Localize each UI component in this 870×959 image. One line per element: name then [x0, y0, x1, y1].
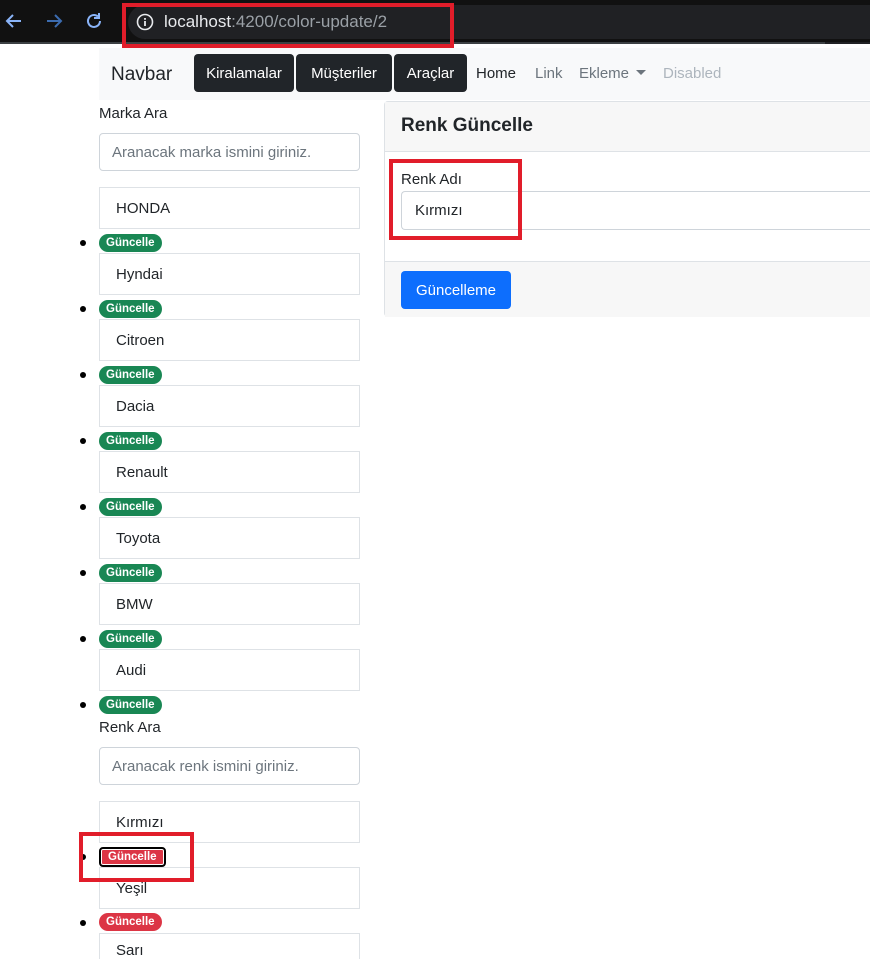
list-bullet — [80, 438, 86, 444]
card-header: Renk Güncelle — [385, 102, 870, 152]
browser-toolbar: localhost:4200/color-update/2 — [0, 0, 870, 44]
card-title: Renk Güncelle — [401, 115, 533, 136]
color-update-badge[interactable]: Güncelle — [99, 847, 166, 867]
toolbar-divider-end — [825, 42, 870, 44]
brand-search-label: Marka Ara — [99, 105, 168, 122]
list-bullet — [80, 306, 86, 312]
url-host: localhost — [164, 12, 232, 31]
list-bullet — [80, 504, 86, 510]
nav-link-home[interactable]: Home — [476, 65, 516, 82]
color-name-input[interactable] — [401, 191, 870, 230]
toolbar-divider — [0, 42, 825, 44]
nav-dropdown-ekleme[interactable]: Ekleme — [579, 65, 647, 82]
araclar-button[interactable]: Araçlar — [394, 54, 467, 92]
brand-update-badge[interactable]: Güncelle — [99, 432, 162, 450]
brand-update-badge[interactable]: Güncelle — [99, 300, 162, 318]
brand-update-badge[interactable]: Güncelle — [99, 498, 162, 516]
list-bullet — [80, 636, 86, 642]
brand-update-badge[interactable]: Güncelle — [99, 234, 162, 252]
update-submit-button[interactable]: Güncelleme — [401, 271, 511, 309]
caret-down-icon — [636, 70, 647, 75]
list-bullet — [80, 372, 86, 378]
musteriler-button[interactable]: Müşteriler — [296, 54, 392, 92]
brand-update-badge[interactable]: Güncelle — [99, 630, 162, 648]
info-icon[interactable] — [136, 13, 154, 31]
address-bar[interactable]: localhost:4200/color-update/2 — [128, 5, 870, 39]
brand-update-badge[interactable]: Güncelle — [99, 696, 162, 714]
color-list-item: Yeşil — [99, 867, 360, 909]
nav-dropdown-label: Ekleme — [579, 65, 630, 82]
color-list-item: Kırmızı — [99, 801, 360, 843]
color-search-label: Renk Ara — [99, 719, 161, 736]
brand-list-item: Toyota — [99, 517, 360, 559]
list-bullet — [80, 702, 86, 708]
brand-list-item: Renault — [99, 451, 360, 493]
brand-list-item: Citroen — [99, 319, 360, 361]
list-bullet — [80, 920, 86, 926]
list-bullet — [80, 570, 86, 576]
reload-icon[interactable] — [82, 9, 106, 33]
brand-search-input[interactable] — [99, 133, 360, 171]
nav-link-link[interactable]: Link — [535, 65, 563, 82]
brand-list-item: BMW — [99, 583, 360, 625]
brand-list-item: HONDA — [99, 187, 360, 229]
list-bullet — [80, 240, 86, 246]
brand-list-item: Hyndai — [99, 253, 360, 295]
forward-arrow-icon[interactable] — [42, 9, 66, 33]
brand-list-item: Audi — [99, 649, 360, 691]
brand-update-badge[interactable]: Güncelle — [99, 366, 162, 384]
color-name-label: Renk Adı — [401, 171, 462, 188]
navbar-brand[interactable]: Navbar — [111, 64, 172, 86]
brand-update-badge[interactable]: Güncelle — [99, 564, 162, 582]
url-text: localhost:4200/color-update/2 — [164, 12, 387, 32]
back-arrow-icon[interactable] — [2, 9, 26, 33]
color-update-card: Renk Güncelle Renk Adı Güncelleme — [384, 101, 870, 317]
url-path: :4200/color-update/2 — [231, 12, 388, 31]
nav-link-disabled: Disabled — [663, 65, 722, 82]
navbar: Navbar Kiralamalar Müşteriler Araçlar Ho… — [99, 48, 870, 100]
kiralamalar-button[interactable]: Kiralamalar — [194, 54, 294, 92]
color-list-item: Sarı — [99, 933, 360, 959]
list-bullet — [80, 854, 86, 860]
color-search-input[interactable] — [99, 747, 360, 785]
card-footer: Güncelleme — [385, 261, 870, 317]
brand-list-item: Dacia — [99, 385, 360, 427]
color-update-badge[interactable]: Güncelle — [99, 913, 162, 931]
